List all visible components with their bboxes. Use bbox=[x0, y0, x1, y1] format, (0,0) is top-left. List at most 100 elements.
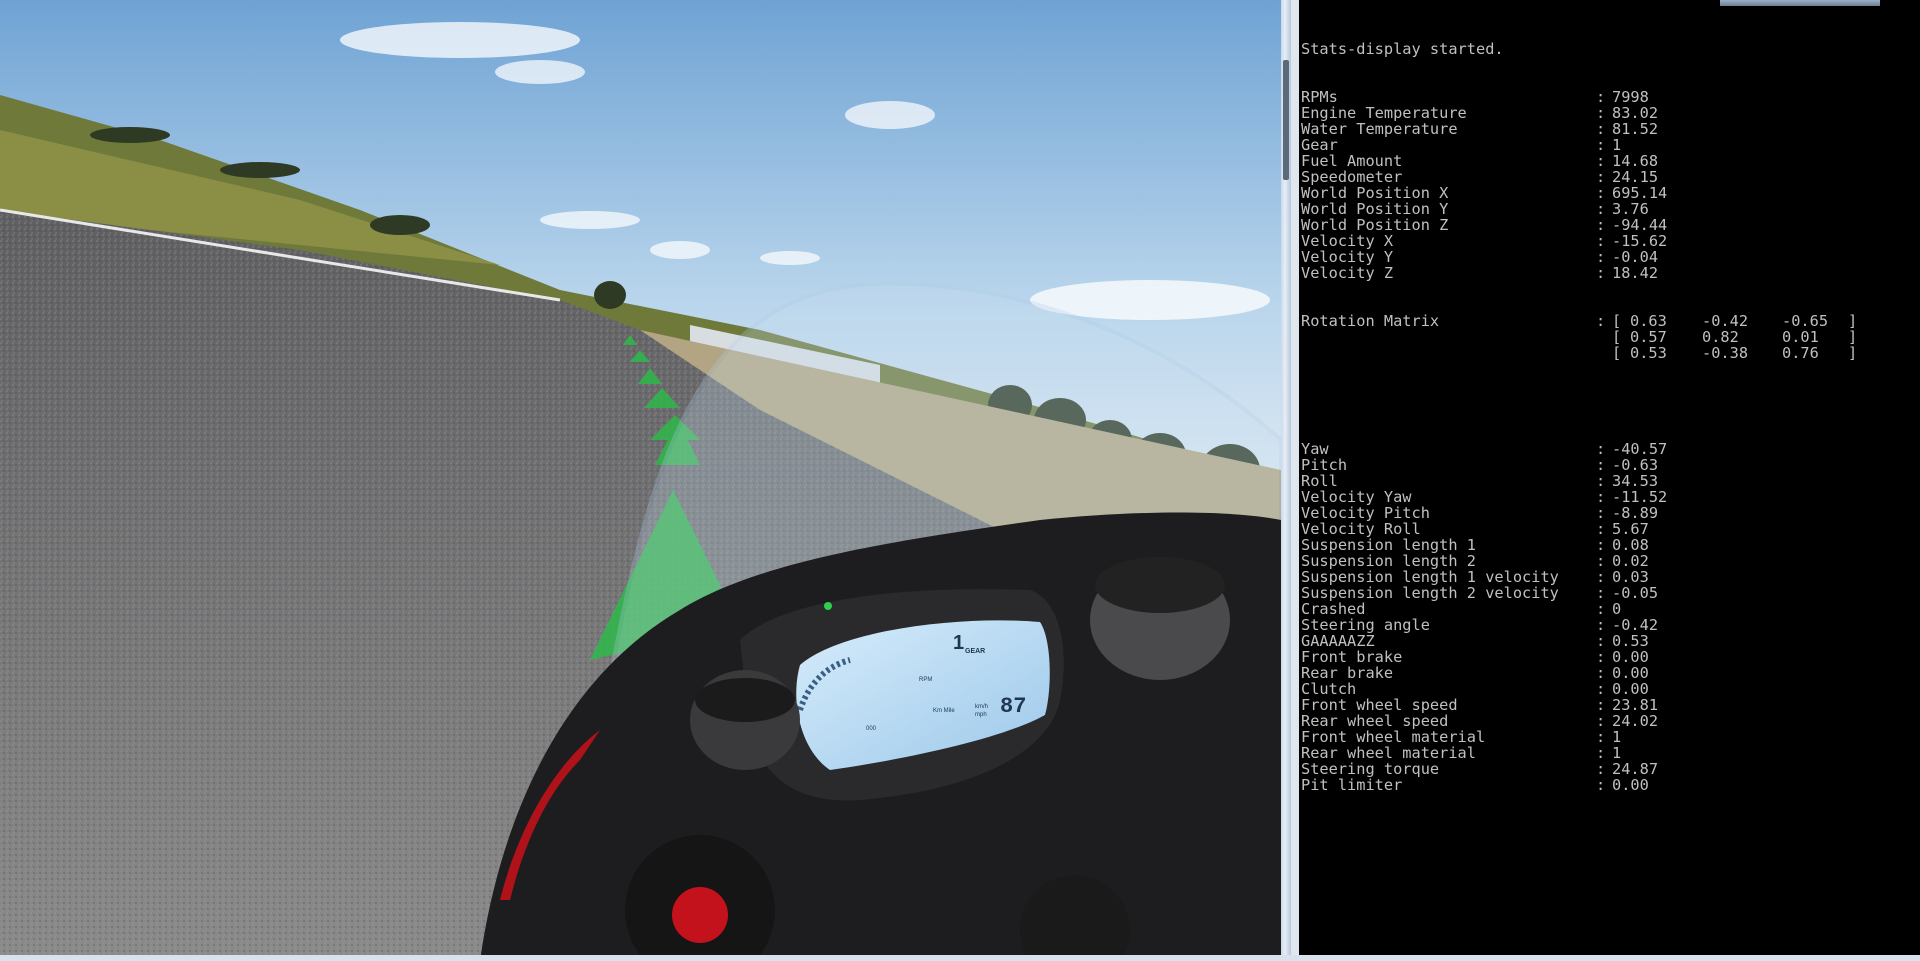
stat-row: Rear wheel speed:24.02 bbox=[1301, 713, 1857, 729]
matrix-open-bracket: [ bbox=[1612, 328, 1622, 346]
stat-value: -94.44 bbox=[1612, 216, 1668, 234]
console-title-strip bbox=[1299, 0, 1920, 8]
stat-value: 23.81 bbox=[1612, 696, 1659, 714]
bottom-edge bbox=[0, 955, 1920, 961]
stat-value: 3.76 bbox=[1612, 200, 1649, 218]
stat-separator: : bbox=[1596, 168, 1606, 186]
stat-row: Velocity X: -15.62 bbox=[1301, 233, 1857, 249]
stat-row: Steering angle: -0.42 bbox=[1301, 617, 1857, 633]
matrix-separator: : bbox=[1596, 312, 1606, 330]
stat-value: 0.00 bbox=[1612, 680, 1649, 698]
console-tab[interactable] bbox=[1720, 0, 1880, 6]
stat-row: Suspension length 1 velocity:0.03 bbox=[1301, 569, 1857, 585]
matrix-cell: 0.76 bbox=[1782, 344, 1819, 362]
stat-separator: : bbox=[1596, 232, 1606, 250]
dash-speed-unit-mph: mph bbox=[975, 712, 987, 718]
stat-label: Front brake bbox=[1301, 648, 1403, 666]
stat-value: 7998 bbox=[1612, 88, 1649, 106]
stat-value: 34.53 bbox=[1612, 472, 1659, 490]
stat-label: Velocity Pitch bbox=[1301, 504, 1430, 522]
stat-row: Front wheel speed:23.81 bbox=[1301, 697, 1857, 713]
stat-value: -0.63 bbox=[1612, 456, 1659, 474]
matrix-row: [0.53 -0.38 0.76] bbox=[1301, 345, 1857, 361]
stat-value: -0.05 bbox=[1612, 584, 1659, 602]
stat-value: 695.14 bbox=[1612, 184, 1668, 202]
reservoir-cap bbox=[695, 678, 795, 722]
stat-row: Velocity Z:18.42 bbox=[1301, 265, 1857, 281]
stat-value: -0.42 bbox=[1612, 616, 1659, 634]
stat-separator: : bbox=[1596, 88, 1606, 106]
stat-separator: : bbox=[1596, 600, 1606, 618]
matrix-cell: 0.53 bbox=[1630, 344, 1667, 362]
matrix-label bbox=[1301, 329, 1596, 345]
stat-label: Rear brake bbox=[1301, 664, 1394, 682]
stat-label: Fuel Amount bbox=[1301, 152, 1403, 170]
stat-row: Yaw: -40.57 bbox=[1301, 441, 1857, 457]
matrix-close-bracket: ] bbox=[1848, 312, 1858, 330]
shift-light bbox=[824, 602, 832, 610]
stat-separator: : bbox=[1596, 248, 1606, 266]
stat-row: Pit limiter:0.00 bbox=[1301, 777, 1857, 793]
stat-value: -8.89 bbox=[1612, 504, 1659, 522]
stat-label: World Position Y bbox=[1301, 200, 1449, 218]
stat-label: World Position Z bbox=[1301, 216, 1449, 234]
stat-row: Pitch: -0.63 bbox=[1301, 457, 1857, 473]
stat-label: Rear wheel material bbox=[1301, 744, 1476, 762]
matrix-label: Rotation Matrix bbox=[1301, 312, 1440, 330]
console-frame-border bbox=[1291, 0, 1299, 961]
matrix-cell: 0.63 bbox=[1630, 312, 1667, 330]
matrix-cell: -0.38 bbox=[1702, 344, 1749, 362]
stat-label: Pit limiter bbox=[1301, 776, 1403, 794]
stat-value: 0.03 bbox=[1612, 568, 1649, 586]
stat-value: 1 bbox=[1612, 744, 1622, 762]
stat-label: Velocity X bbox=[1301, 232, 1394, 250]
stat-row: GAAAAAZZ:0.53 bbox=[1301, 633, 1857, 649]
stat-label: Velocity Y bbox=[1301, 248, 1394, 266]
stat-row: Roll:34.53 bbox=[1301, 473, 1857, 489]
stat-value: 24.02 bbox=[1612, 712, 1659, 730]
dash-left-readout: 000 bbox=[866, 726, 877, 732]
dash-gear-label: GEAR bbox=[965, 648, 986, 655]
stat-separator: : bbox=[1596, 680, 1606, 698]
rotation-matrix-block: Rotation Matrix: [0.63 -0.42 -0.65] [0.57 0.8… bbox=[1301, 313, 1857, 361]
stat-separator: : bbox=[1596, 520, 1606, 538]
stat-row: World Position X:695.14 bbox=[1301, 185, 1857, 201]
stat-separator: : bbox=[1596, 472, 1606, 490]
stat-row: Suspension length 1:0.08 bbox=[1301, 537, 1857, 553]
stat-row: Rear wheel material:1 bbox=[1301, 745, 1857, 761]
dash-odo-label: Km Mile bbox=[933, 708, 955, 714]
stat-value: 5.67 bbox=[1612, 520, 1649, 538]
stat-separator: : bbox=[1596, 504, 1606, 522]
stat-value: 1 bbox=[1612, 136, 1622, 154]
stat-value: 0.00 bbox=[1612, 664, 1649, 682]
stat-separator: : bbox=[1596, 152, 1606, 170]
matrix-close-bracket: ] bbox=[1848, 344, 1858, 362]
stat-value: 0.02 bbox=[1612, 552, 1649, 570]
stat-label: Pitch bbox=[1301, 456, 1348, 474]
stat-label: Velocity Roll bbox=[1301, 520, 1421, 538]
stat-value: 0.00 bbox=[1612, 648, 1649, 666]
stat-value: 18.42 bbox=[1612, 264, 1659, 282]
stat-row: World Position Y:3.76 bbox=[1301, 201, 1857, 217]
stat-separator: : bbox=[1596, 776, 1606, 794]
window-scrollbar-thumb[interactable] bbox=[1283, 60, 1289, 180]
stat-label: Suspension length 2 bbox=[1301, 552, 1476, 570]
stat-value: 14.68 bbox=[1612, 152, 1659, 170]
console-header: Stats-display started. bbox=[1301, 41, 1857, 57]
stat-label: Engine Temperature bbox=[1301, 104, 1467, 122]
matrix-cell: -0.42 bbox=[1702, 312, 1749, 330]
stats-console: Stats-display started. RPMs:7998 Engine T… bbox=[1299, 0, 1920, 961]
stat-row: RPMs:7998 bbox=[1301, 89, 1857, 105]
reservoir-cap bbox=[1095, 557, 1225, 613]
cloud bbox=[495, 60, 585, 84]
stat-separator: : bbox=[1596, 728, 1606, 746]
matrix-open-bracket: [ bbox=[1612, 312, 1622, 330]
stats-block-before: RPMs:7998 Engine Temperature:83.02 Water T… bbox=[1301, 89, 1857, 281]
console-output: Stats-display started. RPMs:7998 Engine T… bbox=[1301, 9, 1857, 825]
stat-separator: : bbox=[1596, 552, 1606, 570]
stat-label: Crashed bbox=[1301, 600, 1366, 618]
stat-separator: : bbox=[1596, 440, 1606, 458]
stat-label: Suspension length 2 velocity bbox=[1301, 584, 1559, 602]
stat-separator: : bbox=[1596, 712, 1606, 730]
